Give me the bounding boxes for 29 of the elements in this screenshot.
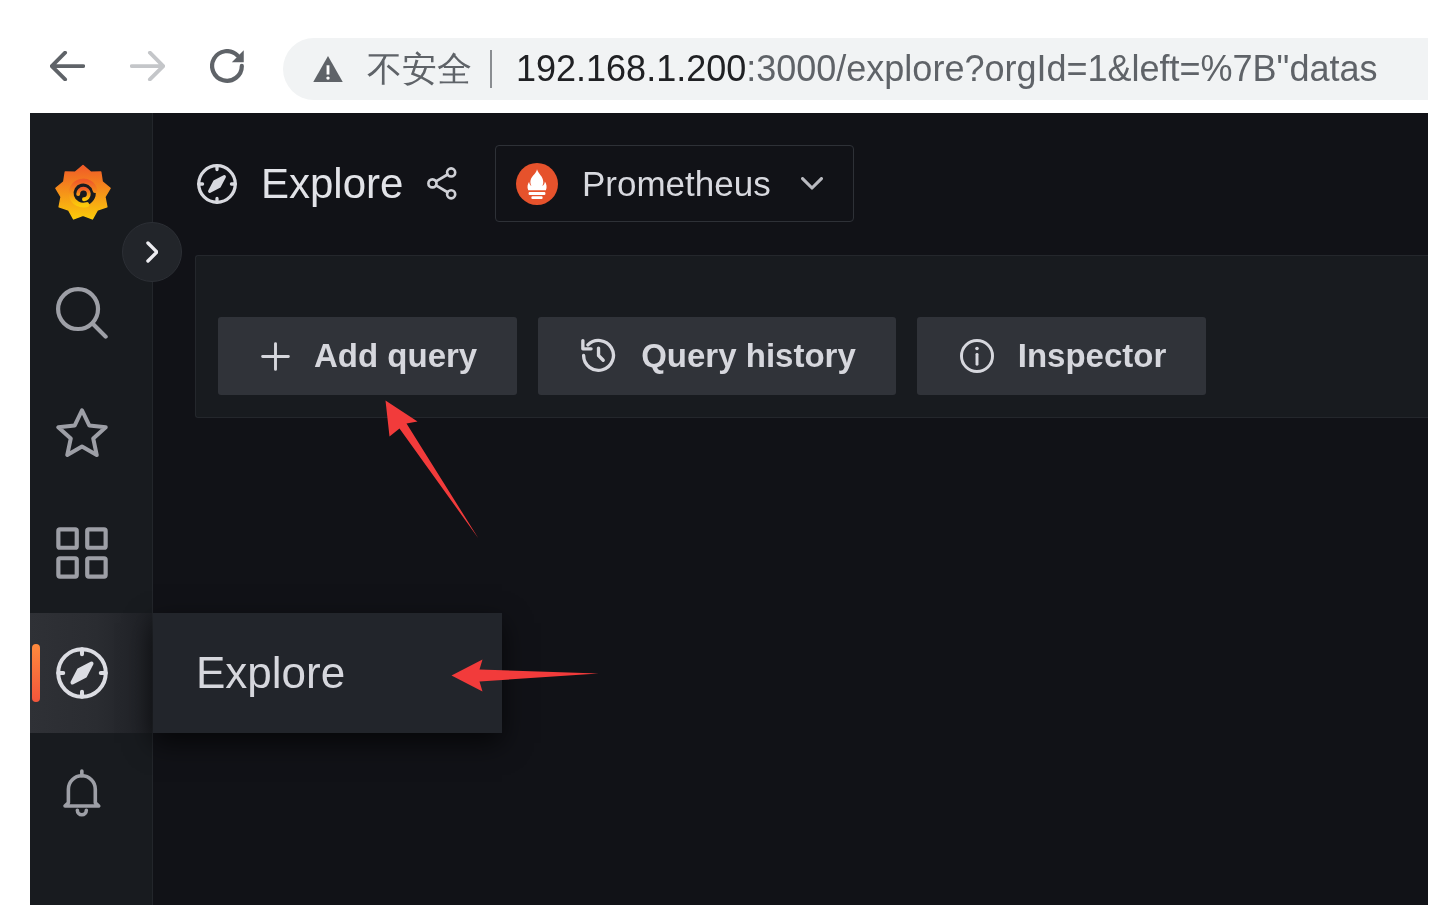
chevron-right-icon xyxy=(145,241,159,263)
info-icon xyxy=(959,339,994,373)
address-bar[interactable]: 不安全 192.168.1.200:3000/explore?orgId=1&left=%7B"datas xyxy=(283,38,1428,100)
chevron-down-icon xyxy=(800,177,823,190)
arrow-left-icon xyxy=(49,50,85,82)
plus-icon xyxy=(261,341,290,371)
search-icon xyxy=(56,287,108,339)
warning-icon xyxy=(313,55,343,83)
url-text: 192.168.1.200:3000/explore?orgId=1&left=%7B"datas xyxy=(516,48,1378,90)
page-title: Explore xyxy=(261,159,404,208)
inspector-button[interactable]: Inspector xyxy=(916,317,1207,395)
add-query-button[interactable]: Add query xyxy=(218,317,518,395)
arrow-right-icon xyxy=(129,50,165,82)
datasource-picker[interactable]: Prometheus xyxy=(495,145,854,222)
flame-logo-icon xyxy=(516,162,558,205)
history-icon xyxy=(581,338,618,374)
star-icon xyxy=(56,408,108,458)
security-chip[interactable]: 不安全 xyxy=(313,45,472,93)
sidebar-item[interactable] xyxy=(30,613,152,733)
logo-icon[interactable] xyxy=(54,164,112,222)
reload-icon xyxy=(209,48,245,84)
share-icon[interactable] xyxy=(427,166,457,201)
compass-icon xyxy=(197,163,237,204)
flyout-link[interactable]: Explore xyxy=(153,613,502,733)
query-history-button[interactable]: Query history xyxy=(538,317,896,395)
compass-icon xyxy=(56,647,108,699)
active-indicator xyxy=(32,644,40,702)
grid-icon xyxy=(56,527,108,579)
bell-icon xyxy=(63,769,101,817)
